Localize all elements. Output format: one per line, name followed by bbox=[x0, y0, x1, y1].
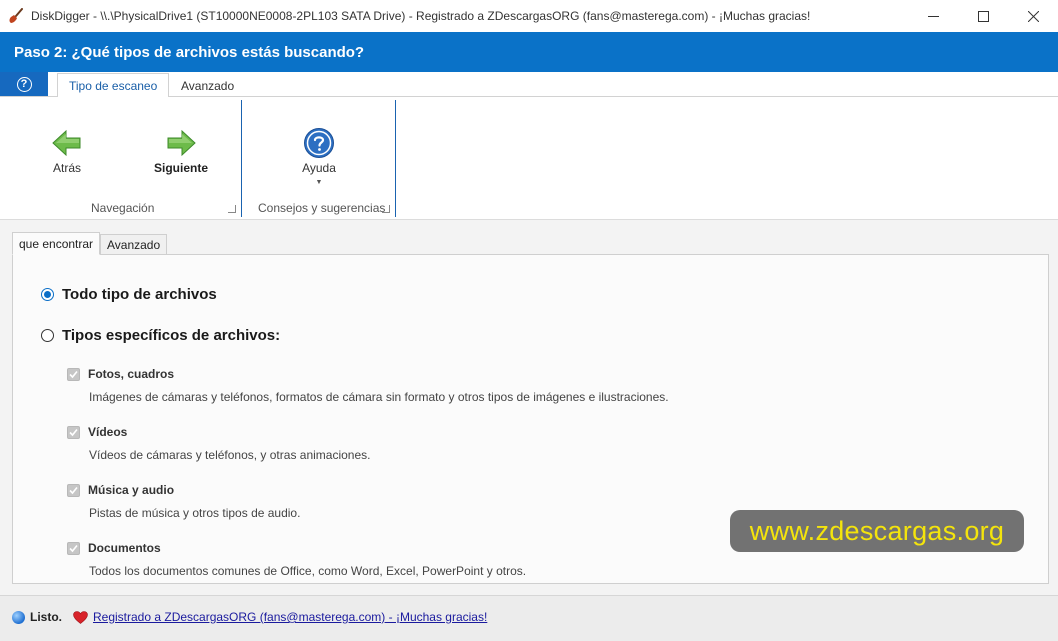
back-label: Atrás bbox=[52, 161, 81, 175]
window-title: DiskDigger - \\.\PhysicalDrive1 (ST10000… bbox=[31, 9, 811, 23]
radio-all-types-label: Todo tipo de archivos bbox=[62, 286, 217, 303]
minimize-button[interactable] bbox=[908, 0, 958, 32]
heart-icon bbox=[73, 610, 88, 624]
next-button[interactable]: Siguiente bbox=[141, 127, 221, 175]
step-title: Paso 2: ¿Qué tipos de archivos estás bus… bbox=[14, 43, 365, 61]
ribbon: Atrás Siguiente Navegación Ayuda ▼ Conse… bbox=[0, 97, 1058, 220]
category-musica: Música y audio Pistas de música y otros … bbox=[67, 483, 300, 520]
checkmark-icon bbox=[69, 544, 78, 552]
category-documentos: Documentos Todos los documentos comunes … bbox=[67, 541, 526, 578]
help-icon bbox=[304, 128, 334, 158]
maximize-button[interactable] bbox=[958, 0, 1008, 32]
window-controls bbox=[908, 0, 1058, 32]
category-title: Documentos bbox=[88, 541, 161, 555]
watermark: www.zdescargas.org bbox=[730, 510, 1024, 552]
arrow-left-icon bbox=[52, 129, 81, 157]
tab-tipo-de-escaneo[interactable]: Tipo de escaneo bbox=[57, 73, 170, 98]
next-label: Siguiente bbox=[153, 161, 208, 175]
category-description: Pistas de música y otros tipos de audio. bbox=[89, 506, 301, 520]
help-label: Ayuda bbox=[302, 161, 336, 175]
diskdigger-shovel-icon bbox=[9, 8, 23, 23]
group-label-consejos: Consejos y sugerencias bbox=[258, 201, 386, 215]
close-button[interactable] bbox=[1008, 0, 1058, 32]
maximize-icon bbox=[977, 10, 989, 22]
tab-avanzado-content[interactable]: Avanzado bbox=[100, 234, 168, 255]
title-bar: DiskDigger - \\.\PhysicalDrive1 (ST10000… bbox=[0, 0, 1058, 32]
checkmark-icon bbox=[69, 428, 78, 436]
dropdown-arrow-icon: ▼ bbox=[315, 179, 323, 186]
ribbon-group-navegacion: Atrás Siguiente Navegación bbox=[0, 97, 241, 215]
back-button[interactable]: Atrás bbox=[27, 127, 107, 175]
radio-specific-types[interactable]: Tipos específicos de archivos: bbox=[41, 327, 280, 344]
step-header: Paso 2: ¿Qué tipos de archivos estás bus… bbox=[0, 32, 1058, 72]
dialog-launcher-icon[interactable] bbox=[228, 205, 236, 213]
tab-que-encontrar[interactable]: que encontrar bbox=[12, 232, 101, 255]
category-description: Imágenes de cámaras y teléfonos, formato… bbox=[89, 390, 669, 404]
status-bar: Listo. Registrado a ZDescargasORG (fans@… bbox=[0, 595, 1058, 641]
minimize-icon bbox=[927, 15, 939, 17]
group-label-navegacion: Navegación bbox=[91, 201, 155, 215]
category-videos: Vídeos Vídeos de cámaras y teléfonos, y … bbox=[67, 425, 370, 462]
tab-avanzado[interactable]: Avanzado bbox=[170, 73, 245, 98]
question-icon: ? bbox=[16, 76, 32, 92]
category-title: Vídeos bbox=[88, 425, 128, 439]
checkbox-fotos[interactable] bbox=[67, 367, 80, 381]
help-tab[interactable]: ? bbox=[0, 72, 48, 96]
checkmark-icon bbox=[69, 370, 78, 378]
status-ready-icon bbox=[12, 610, 25, 624]
checkbox-documentos[interactable] bbox=[67, 541, 80, 555]
ribbon-tab-bar: ? Tipo de escaneo Avanzado bbox=[0, 72, 1058, 98]
ribbon-divider bbox=[395, 100, 396, 217]
registration-link[interactable]: Registrado a ZDescargasORG (fans@mastere… bbox=[93, 610, 487, 624]
radio-all-types[interactable]: Todo tipo de archivos bbox=[41, 286, 217, 303]
radio-specific-types-label: Tipos específicos de archivos: bbox=[62, 327, 281, 344]
checkmark-icon bbox=[69, 486, 78, 494]
close-icon bbox=[1027, 10, 1039, 22]
category-description: Todos los documentos comunes de Office, … bbox=[89, 564, 527, 578]
status-text: Listo. bbox=[30, 610, 62, 624]
content-area: que encontrar Avanzado Todo tipo de arch… bbox=[0, 220, 1058, 595]
ribbon-group-consejos: Ayuda ▼ Consejos y sugerencias bbox=[242, 97, 395, 215]
checkbox-musica[interactable] bbox=[67, 483, 80, 497]
category-description: Vídeos de cámaras y teléfonos, y otras a… bbox=[89, 448, 371, 462]
arrow-right-icon bbox=[167, 129, 196, 157]
dialog-launcher-icon[interactable] bbox=[382, 205, 390, 213]
category-fotos: Fotos, cuadros Imágenes de cámaras y tel… bbox=[67, 367, 669, 404]
radio-button[interactable] bbox=[41, 329, 54, 342]
help-button[interactable]: Ayuda ▼ bbox=[279, 127, 359, 186]
category-title: Fotos, cuadros bbox=[88, 367, 175, 381]
checkbox-videos[interactable] bbox=[67, 425, 80, 439]
radio-button-selected[interactable] bbox=[41, 288, 54, 301]
category-title: Música y audio bbox=[88, 483, 175, 497]
